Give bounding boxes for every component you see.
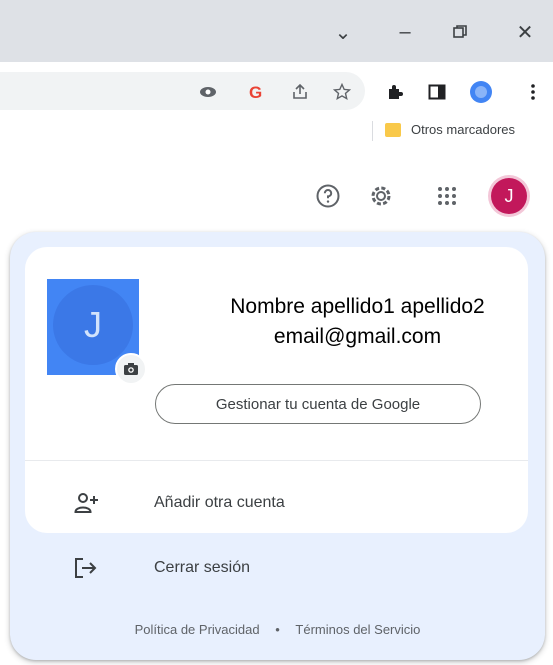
sign-out-label: Cerrar sesión <box>154 559 251 576</box>
bookmark-star-icon[interactable] <box>330 80 354 104</box>
add-account-item[interactable]: Añadir otra cuenta <box>25 473 528 533</box>
google-lens-icon[interactable]: G <box>244 80 268 104</box>
profile-icon[interactable] <box>469 80 493 104</box>
restore-icon <box>453 25 467 38</box>
camera-icon <box>124 363 138 375</box>
tab-search-button[interactable]: ⌄ <box>323 14 363 50</box>
bookmarks-bar: Otros marcadores <box>0 118 553 144</box>
add-account-label: Añadir otra cuenta <box>154 494 285 511</box>
settings-gear-icon[interactable] <box>366 181 396 211</box>
menu-icon[interactable] <box>521 80 545 104</box>
account-avatar-button[interactable]: J <box>491 178 527 214</box>
folder-icon <box>385 123 401 137</box>
bookmarks-divider <box>372 121 373 141</box>
add-person-icon <box>73 490 99 516</box>
account-card: J Nombre apellido1 apellido2 email@gmail… <box>25 247 528 533</box>
browser-title-bar: ⌄ – ✕ <box>0 0 553 62</box>
apps-grid-icon[interactable] <box>432 181 462 211</box>
profile-picture[interactable]: J <box>47 279 147 385</box>
browser-toolbar: G <box>0 62 553 118</box>
chevron-down-icon: ⌄ <box>334 21 352 44</box>
help-icon[interactable] <box>313 181 343 211</box>
share-icon[interactable] <box>288 80 312 104</box>
other-bookmarks-link[interactable]: Otros marcadores <box>411 122 515 137</box>
side-panel-icon[interactable] <box>425 80 449 104</box>
close-icon: ✕ <box>516 21 534 44</box>
account-name: Nombre apellido1 apellido2 <box>230 295 485 318</box>
sign-out-item[interactable]: Cerrar sesión <box>25 538 528 598</box>
popup-footer: Política de Privacidad • Términos del Se… <box>10 622 545 637</box>
minimize-button[interactable]: – <box>385 14 425 50</box>
svg-text:G: G <box>249 83 262 101</box>
account-email: email@gmail.com <box>273 325 442 348</box>
avatar-letter: J <box>84 304 102 345</box>
avatar: J <box>53 285 133 365</box>
restore-button[interactable] <box>440 14 480 50</box>
terms-of-service-link[interactable]: Términos del Servicio <box>295 622 420 637</box>
manage-account-button[interactable]: Gestionar tu cuenta de Google <box>155 384 481 424</box>
eye-icon[interactable] <box>196 80 220 104</box>
minimize-icon: – <box>399 20 411 43</box>
account-popup: J Nombre apellido1 apellido2 email@gmail… <box>10 232 545 660</box>
change-photo-button[interactable] <box>115 353 147 385</box>
privacy-policy-link[interactable]: Política de Privacidad <box>135 622 260 637</box>
footer-separator: • <box>275 622 280 637</box>
divider <box>25 460 528 461</box>
logout-icon <box>73 555 99 581</box>
close-window-button[interactable]: ✕ <box>505 14 545 50</box>
avatar-letter: J <box>504 185 514 206</box>
extensions-icon[interactable] <box>383 80 407 104</box>
